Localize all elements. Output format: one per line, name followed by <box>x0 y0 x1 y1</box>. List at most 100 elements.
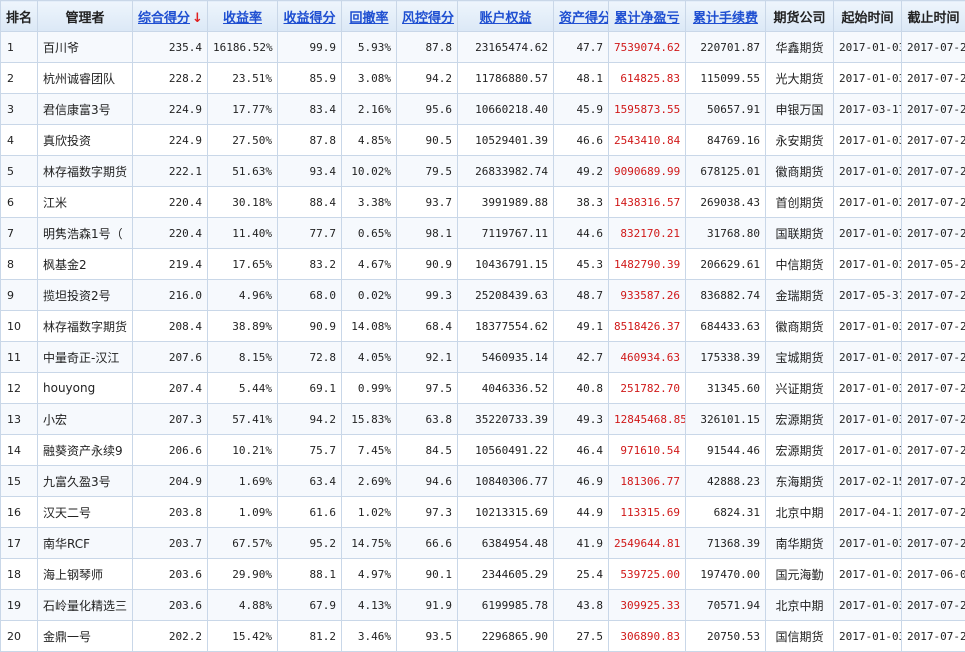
cell-rank: 12 <box>0 372 38 404</box>
column-header-cumulative-pnl[interactable]: 累计净盈亏 <box>608 0 686 32</box>
cell-futures-company: 国元海勤 <box>765 558 834 590</box>
cell-manager: 海上钢琴师 <box>37 558 133 590</box>
column-header-account-equity[interactable]: 账户权益 <box>457 0 554 32</box>
cell-drawdown: 4.97% <box>341 558 397 590</box>
cell-account-equity: 7119767.11 <box>457 217 554 249</box>
cell-risk-score: 99.3 <box>396 279 458 311</box>
cell-cumulative-pnl: 7539074.62 <box>608 31 686 63</box>
cell-futures-company: 国信期货 <box>765 620 834 652</box>
cell-return-rate: 16186.52% <box>207 31 278 63</box>
ranking-table: 排名 管理者 综合得分 ↓ 收益率 收益得分 回撤率 风控得分 账户权益 资产得分 累计净盈亏 累计手… <box>0 0 965 652</box>
cell-return-rate: 15.42% <box>207 620 278 652</box>
cell-cumulative-fees: 836882.74 <box>685 279 766 311</box>
cell-return-rate: 11.40% <box>207 217 278 249</box>
cell-cumulative-fees: 220701.87 <box>685 31 766 63</box>
cell-cumulative-pnl: 1482790.39 <box>608 248 686 280</box>
cell-rank: 1 <box>0 31 38 63</box>
cell-asset-score: 49.1 <box>553 310 609 342</box>
cell-futures-company: 南华期货 <box>765 527 834 559</box>
cell-cumulative-fees: 84769.16 <box>685 124 766 156</box>
cell-cumulative-pnl: 460934.63 <box>608 341 686 373</box>
table-row: 8 枫基金2 219.4 17.65% 83.2 4.67% 90.9 10436791.15… <box>0 248 965 280</box>
cell-account-equity: 10436791.15 <box>457 248 554 280</box>
cell-composite-score: 224.9 <box>132 93 208 125</box>
cell-return-rate: 29.90% <box>207 558 278 590</box>
cell-return-rate: 10.21% <box>207 434 278 466</box>
table-row: 11 中量奇正-汉江 207.6 8.15% 72.8 4.05% 92.1 5460935.… <box>0 341 965 373</box>
cell-drawdown: 5.93% <box>341 31 397 63</box>
cell-composite-score: 203.6 <box>132 558 208 590</box>
cell-end-date: 2017-07-24 <box>901 93 965 125</box>
cell-start-date: 2017-01-03 <box>833 403 902 435</box>
cell-asset-score: 48.7 <box>553 279 609 311</box>
cell-drawdown: 14.75% <box>341 527 397 559</box>
column-header-composite-score[interactable]: 综合得分 ↓ <box>132 0 208 32</box>
cell-asset-score: 38.3 <box>553 186 609 218</box>
column-header-return-score[interactable]: 收益得分 <box>277 0 342 32</box>
cell-futures-company: 中信期货 <box>765 248 834 280</box>
table-row: 6 江米 220.4 30.18% 88.4 3.38% 93.7 3991989.88 38.… <box>0 186 965 218</box>
cell-end-date: 2017-07-24 <box>901 403 965 435</box>
cell-risk-score: 87.8 <box>396 31 458 63</box>
cell-futures-company: 宏源期货 <box>765 434 834 466</box>
cell-return-score: 90.9 <box>277 310 342 342</box>
cell-return-score: 75.7 <box>277 434 342 466</box>
cell-start-date: 2017-01-03 <box>833 31 902 63</box>
cell-asset-score: 41.9 <box>553 527 609 559</box>
cell-composite-score: 206.6 <box>132 434 208 466</box>
cell-rank: 6 <box>0 186 38 218</box>
cell-drawdown: 0.02% <box>341 279 397 311</box>
cell-manager: houyong <box>37 372 133 404</box>
column-header-risk-score[interactable]: 风控得分 <box>396 0 458 32</box>
cell-manager: 君信康富3号 <box>37 93 133 125</box>
cell-return-score: 77.7 <box>277 217 342 249</box>
cell-composite-score: 220.4 <box>132 186 208 218</box>
cell-return-rate: 27.50% <box>207 124 278 156</box>
table-row: 5 林存福数字期货 222.1 51.63% 93.4 10.02% 79.5 2683398… <box>0 155 965 187</box>
column-header-cumulative-fees[interactable]: 累计手续费 <box>685 0 766 32</box>
cell-futures-company: 华鑫期货 <box>765 31 834 63</box>
cell-drawdown: 1.02% <box>341 496 397 528</box>
cell-return-rate: 67.57% <box>207 527 278 559</box>
cell-asset-score: 46.9 <box>553 465 609 497</box>
cell-cumulative-pnl: 933587.26 <box>608 279 686 311</box>
cell-cumulative-pnl: 8518426.37 <box>608 310 686 342</box>
column-header-asset-score[interactable]: 资产得分 <box>553 0 609 32</box>
cell-cumulative-pnl: 1438316.57 <box>608 186 686 218</box>
column-header-label: 收益得分 <box>283 10 336 26</box>
cell-manager: 揽坦投资2号 <box>37 279 133 311</box>
column-header-label: 账户权益 <box>479 10 532 26</box>
cell-account-equity: 10529401.39 <box>457 124 554 156</box>
column-header-label: 起始时间 <box>841 10 894 26</box>
cell-end-date: 2017-07-24 <box>901 279 965 311</box>
cell-end-date: 2017-07-24 <box>901 62 965 94</box>
cell-futures-company: 兴证期货 <box>765 372 834 404</box>
cell-rank: 9 <box>0 279 38 311</box>
cell-futures-company: 申银万国 <box>765 93 834 125</box>
cell-drawdown: 4.13% <box>341 589 397 621</box>
cell-asset-score: 46.6 <box>553 124 609 156</box>
cell-futures-company: 永安期货 <box>765 124 834 156</box>
cell-risk-score: 93.7 <box>396 186 458 218</box>
cell-risk-score: 90.9 <box>396 248 458 280</box>
cell-cumulative-pnl: 9090689.99 <box>608 155 686 187</box>
table-row: 12 houyong 207.4 5.44% 69.1 0.99% 97.5 4046336.… <box>0 372 965 404</box>
cell-drawdown: 15.83% <box>341 403 397 435</box>
cell-rank: 16 <box>0 496 38 528</box>
cell-manager: 百川爷 <box>37 31 133 63</box>
cell-rank: 13 <box>0 403 38 435</box>
cell-cumulative-fees: 206629.61 <box>685 248 766 280</box>
cell-risk-score: 90.1 <box>396 558 458 590</box>
cell-composite-score: 203.7 <box>132 527 208 559</box>
cell-drawdown: 4.05% <box>341 341 397 373</box>
cell-return-rate: 57.41% <box>207 403 278 435</box>
cell-manager: 枫基金2 <box>37 248 133 280</box>
cell-composite-score: 228.2 <box>132 62 208 94</box>
cell-futures-company: 金瑞期货 <box>765 279 834 311</box>
cell-account-equity: 25208439.63 <box>457 279 554 311</box>
column-header-return-rate[interactable]: 收益率 <box>207 0 278 32</box>
column-header-drawdown[interactable]: 回撤率 <box>341 0 397 32</box>
cell-drawdown: 0.99% <box>341 372 397 404</box>
cell-risk-score: 93.5 <box>396 620 458 652</box>
cell-return-score: 83.2 <box>277 248 342 280</box>
